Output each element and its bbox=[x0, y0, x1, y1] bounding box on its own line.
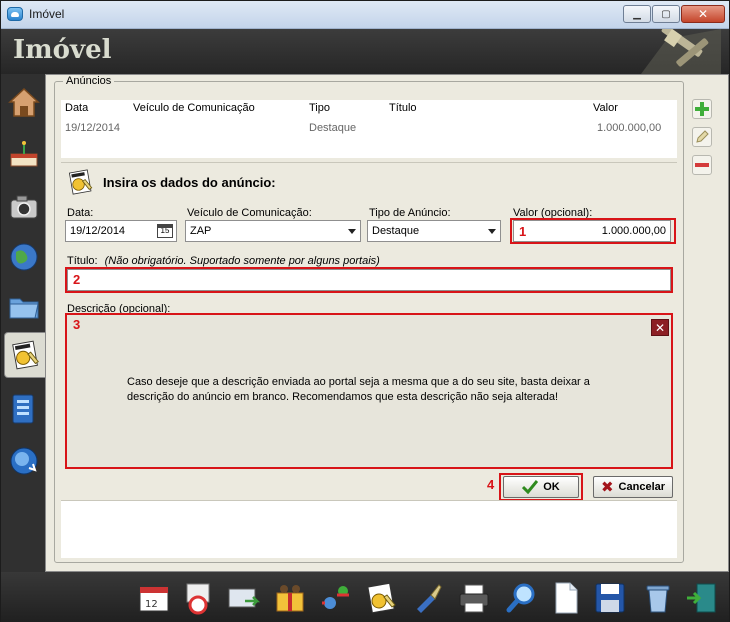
anuncios-group: Anúncios Data Veículo de Comunicação Tip… bbox=[54, 75, 684, 563]
row-tipo: Destaque bbox=[309, 122, 357, 134]
column-header-titulo[interactable]: Título bbox=[389, 102, 417, 114]
data-field[interactable]: 19/12/2014 15 bbox=[65, 220, 177, 242]
folder-icon[interactable] bbox=[7, 290, 41, 324]
data-field-value: 19/12/2014 bbox=[70, 225, 126, 237]
printer-icon[interactable] bbox=[457, 581, 491, 615]
anuncios-table[interactable]: Data Veículo de Comunicação Tipo Título … bbox=[61, 100, 677, 158]
chevron-down-icon bbox=[488, 229, 496, 234]
group-legend: Anúncios bbox=[63, 75, 115, 87]
flag-icon[interactable] bbox=[181, 581, 215, 615]
mail-card-icon[interactable] bbox=[227, 581, 261, 615]
page-header: Imóvel bbox=[1, 29, 729, 74]
svg-text:12: 12 bbox=[145, 599, 158, 610]
exit-door-icon[interactable] bbox=[685, 581, 719, 615]
cloud-app-icon bbox=[7, 7, 23, 21]
empty-list-area bbox=[61, 500, 677, 558]
table-header: Data Veículo de Comunicação Tipo Título … bbox=[61, 100, 677, 116]
people-icon[interactable] bbox=[273, 581, 307, 615]
trash-icon[interactable] bbox=[641, 581, 675, 615]
row-data: 19/12/2014 bbox=[65, 122, 121, 134]
ad-form: Insira os dados do anúncio: Data: 19/12/… bbox=[61, 162, 677, 501]
minimize-button[interactable]: ▁ bbox=[623, 5, 651, 23]
veiculo-label: Veículo de Comunicação: bbox=[187, 207, 312, 219]
edit-button[interactable] bbox=[692, 127, 712, 147]
window-controls: ▁ ▢ ✕ bbox=[623, 5, 725, 23]
certificate-icon[interactable] bbox=[365, 581, 399, 615]
camera-icon[interactable] bbox=[7, 190, 41, 224]
veiculo-select-value: ZAP bbox=[190, 225, 212, 237]
remove-icon bbox=[695, 163, 709, 167]
titulo-label: Título: (Não obrigatório. Suportado some… bbox=[67, 255, 380, 267]
highlight-box-3 bbox=[65, 313, 673, 469]
highlight-box-2 bbox=[65, 267, 673, 293]
sidebar-item-anuncios[interactable] bbox=[4, 332, 46, 378]
cake-icon[interactable] bbox=[7, 138, 41, 172]
left-toolbar bbox=[1, 74, 46, 574]
cancel-button[interactable]: ✖ Cancelar bbox=[593, 476, 673, 498]
veiculo-select[interactable]: ZAP bbox=[185, 220, 361, 242]
app-window: Imóvel ▁ ▢ ✕ Imóvel Anúncios Data Veícul… bbox=[0, 0, 730, 622]
side-actions bbox=[692, 99, 716, 183]
page-title: Imóvel bbox=[13, 35, 112, 65]
column-header-data[interactable]: Data bbox=[65, 102, 88, 114]
chevron-down-icon bbox=[348, 229, 356, 234]
form-heading: Insira os dados do anúncio: bbox=[103, 175, 276, 190]
add-icon bbox=[695, 102, 709, 116]
cancel-x-icon: ✖ bbox=[600, 479, 614, 496]
certificate-icon bbox=[68, 169, 93, 195]
house-icon[interactable] bbox=[7, 86, 41, 120]
remove-button[interactable] bbox=[692, 155, 712, 175]
calendar-icon[interactable]: 15 bbox=[157, 224, 173, 238]
content-frame: Anúncios Data Veículo de Comunicação Tip… bbox=[45, 74, 729, 572]
column-header-veiculo[interactable]: Veículo de Comunicação bbox=[133, 102, 255, 114]
maximize-button[interactable]: ▢ bbox=[652, 5, 680, 23]
highlight-number-4: 4 bbox=[487, 477, 495, 492]
floppy-icon[interactable] bbox=[593, 581, 627, 615]
table-row[interactable]: 19/12/2014 Destaque 1.000.000,00 bbox=[61, 120, 677, 136]
title-bar[interactable]: Imóvel ▁ ▢ ✕ bbox=[1, 1, 729, 29]
brush-icon[interactable] bbox=[411, 581, 445, 615]
highlight-box-4 bbox=[499, 473, 583, 501]
globe-icon[interactable] bbox=[7, 240, 41, 274]
highlight-number-1: 1 bbox=[519, 224, 527, 239]
calendar-icon[interactable]: 12 bbox=[137, 581, 171, 615]
row-valor: 1.000.000,00 bbox=[597, 122, 662, 134]
certificate-icon bbox=[12, 340, 39, 370]
exchange-icon[interactable] bbox=[319, 581, 353, 615]
column-header-tipo[interactable]: Tipo bbox=[309, 102, 330, 114]
highlight-number-2: 2 bbox=[73, 272, 81, 287]
tipo-label: Tipo de Anúncio: bbox=[369, 207, 451, 219]
refresh-globe-icon[interactable] bbox=[7, 444, 41, 478]
magnifier-icon[interactable] bbox=[505, 581, 539, 615]
bottom-toolbar: 12 bbox=[1, 572, 729, 622]
edit-icon bbox=[696, 130, 709, 143]
tipo-select-value: Destaque bbox=[372, 225, 420, 237]
column-header-valor[interactable]: Valor bbox=[593, 102, 618, 114]
titulo-hint: (Não obrigatório. Suportado somente por … bbox=[104, 255, 380, 267]
blank-page-icon[interactable] bbox=[549, 581, 583, 615]
highlight-box-1 bbox=[510, 218, 676, 244]
data-label: Data: bbox=[67, 207, 94, 219]
window-title: Imóvel bbox=[29, 7, 65, 21]
cancel-button-label: Cancelar bbox=[618, 481, 666, 493]
titulo-label-text: Título: bbox=[67, 255, 98, 267]
close-button[interactable]: ✕ bbox=[681, 5, 725, 23]
tipo-select[interactable]: Destaque bbox=[367, 220, 501, 242]
add-button[interactable] bbox=[692, 99, 712, 119]
tools-decoration-icon bbox=[641, 29, 721, 74]
document-blue-icon[interactable] bbox=[7, 392, 41, 426]
highlight-number-3: 3 bbox=[73, 317, 81, 332]
